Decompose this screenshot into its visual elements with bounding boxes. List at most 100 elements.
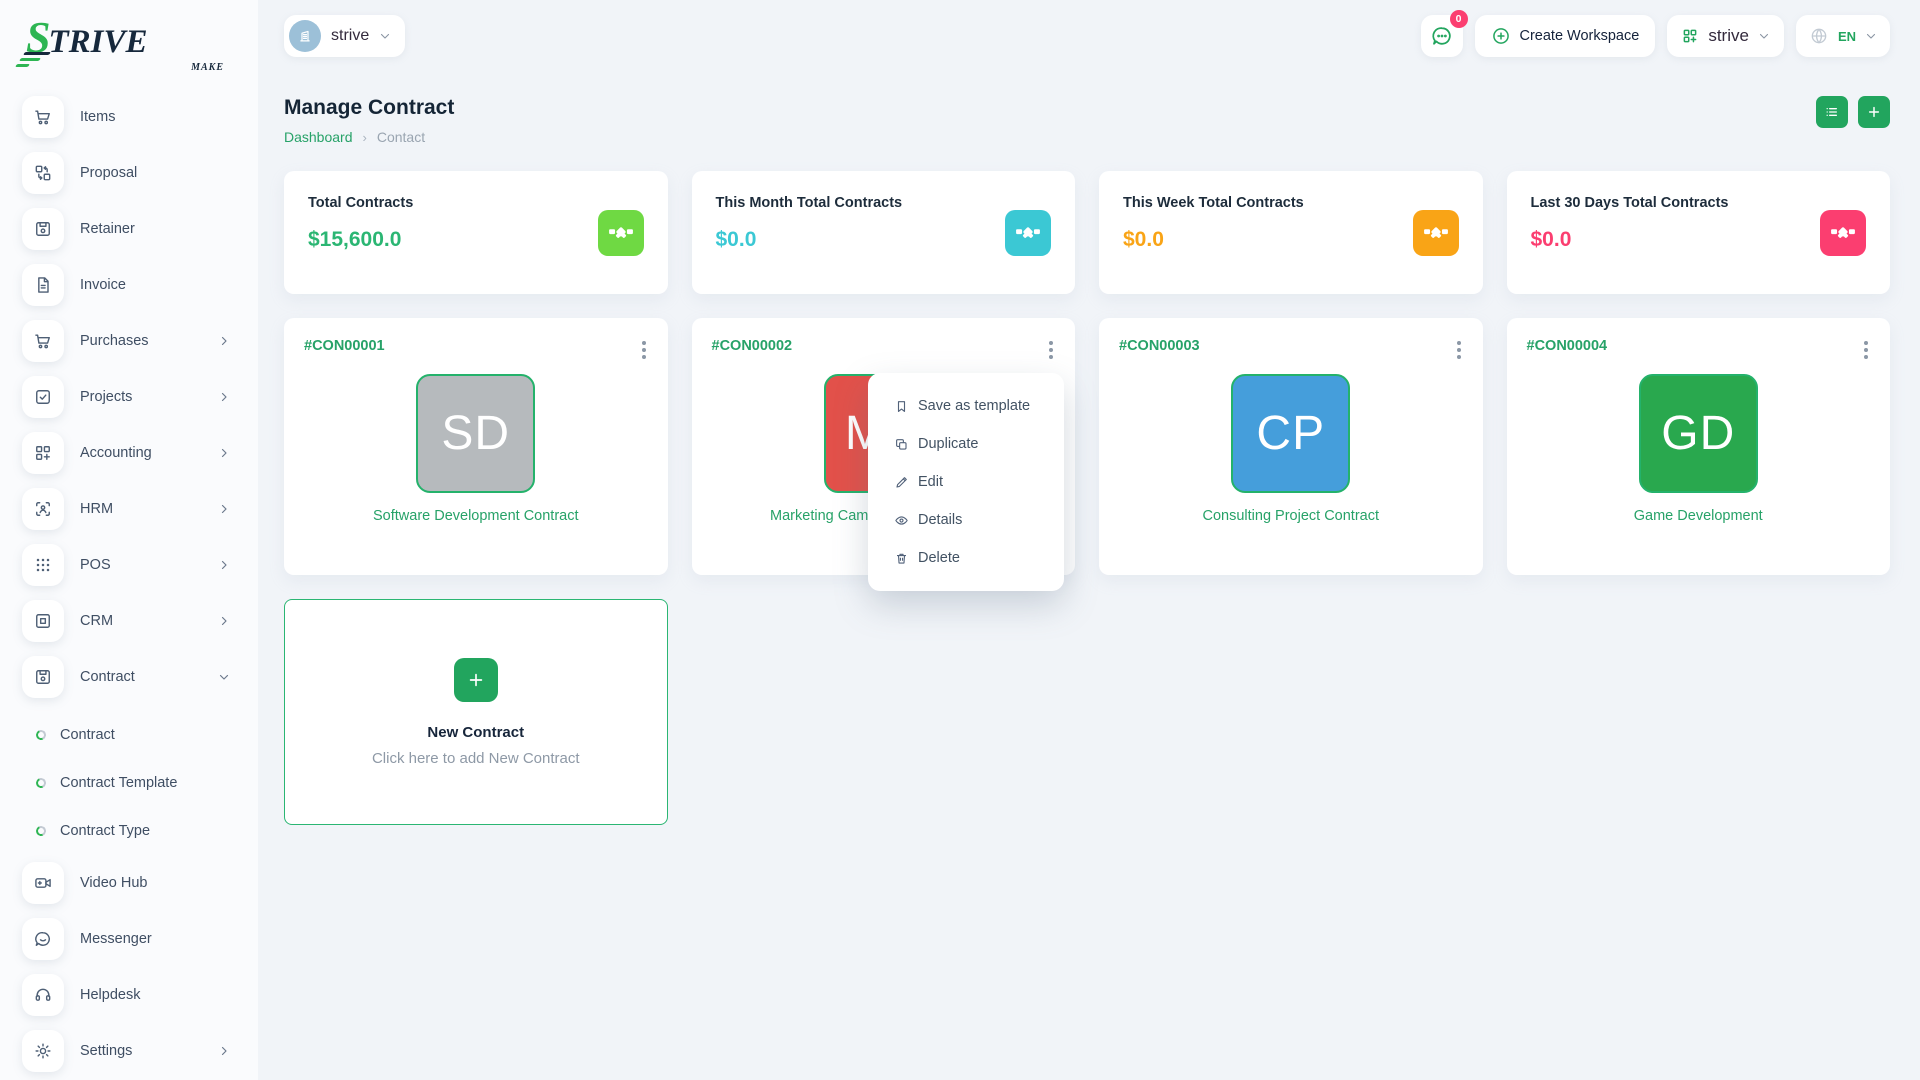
headset-icon <box>22 974 64 1016</box>
sidebar-item-video-hub[interactable]: Video Hub <box>22 861 258 904</box>
stat-value: $0.0 <box>1531 228 1867 252</box>
chevron-separator-icon: › <box>363 130 367 145</box>
workspace-switcher[interactable]: strive <box>1667 15 1784 57</box>
workspace-name: strive <box>331 27 369 45</box>
sidebar-item-projects[interactable]: Projects <box>22 375 258 418</box>
contract-id-link[interactable]: #CON00001 <box>304 338 385 354</box>
sidebar-subitem-contract-type[interactable]: Contract Type <box>22 807 258 855</box>
contract-submenu: Contract Contract Template Contract Type <box>22 711 258 855</box>
list-view-button[interactable] <box>1816 96 1848 128</box>
sidebar-item-label: Messenger <box>80 931 152 947</box>
chevron-down-icon <box>1758 30 1770 42</box>
menu-item-label: Duplicate <box>918 436 978 452</box>
menu-item-delete[interactable]: Delete <box>868 539 1064 577</box>
sidebar-item-contract[interactable]: Contract <box>22 655 258 698</box>
contract-card: #CON00003 CP Consulting Project Contract <box>1099 318 1483 575</box>
stat-card-week: This Week Total Contracts $0.0 <box>1099 171 1483 294</box>
contract-name-link[interactable]: Software Development Contract <box>373 508 579 524</box>
chevron-right-icon <box>218 447 230 459</box>
kebab-menu-icon[interactable] <box>1047 338 1055 362</box>
kebab-menu-icon[interactable] <box>640 338 648 362</box>
stat-title: This Month Total Contracts <box>716 195 1052 211</box>
contract-context-menu: Save as template Duplicate Edit Details … <box>868 373 1064 591</box>
plus-circle-icon <box>1491 26 1511 46</box>
bullet-ring-icon <box>35 825 48 838</box>
sidebar-item-settings[interactable]: Settings <box>22 1029 258 1072</box>
handshake-icon <box>1413 210 1459 256</box>
sidebar-item-retainer[interactable]: Retainer <box>22 207 258 250</box>
contract-id-link[interactable]: #CON00003 <box>1119 338 1200 354</box>
workspace-selector[interactable]: strive <box>284 15 405 57</box>
bookmark-icon <box>894 399 909 414</box>
sidebar-item-label: Contract <box>80 669 135 685</box>
chevron-right-icon <box>218 559 230 571</box>
contract-name-link[interactable]: Consulting Project Contract <box>1203 508 1380 524</box>
chevron-right-icon <box>218 1045 230 1057</box>
plus-icon <box>454 658 498 702</box>
contract-card: #CON00004 GD Game Development <box>1507 318 1891 575</box>
sidebar-item-label: CRM <box>80 613 113 629</box>
sidebar-item-label: Helpdesk <box>80 987 140 1003</box>
app-logo: STRIVE MAKE <box>0 0 258 73</box>
menu-item-label: Edit <box>918 474 943 490</box>
gear-icon <box>22 1030 64 1072</box>
sidebar-item-pos[interactable]: POS <box>22 543 258 586</box>
window-icon <box>22 600 64 642</box>
messages-button[interactable]: 0 <box>1421 15 1463 57</box>
sidebar-item-accounting[interactable]: Accounting <box>22 431 258 474</box>
menu-item-duplicate[interactable]: Duplicate <box>868 425 1064 463</box>
stat-title: Total Contracts <box>308 195 644 211</box>
stat-value: $0.0 <box>716 228 1052 252</box>
sidebar-nav: Items Proposal Retainer Invoice Purchase <box>0 73 258 1072</box>
chevron-right-icon <box>218 503 230 515</box>
sidebar-item-label: Projects <box>80 389 132 405</box>
handshake-icon <box>598 210 644 256</box>
cart-icon <box>22 96 64 138</box>
chat-bubble-icon <box>22 918 64 960</box>
sidebar-item-items[interactable]: Items <box>22 95 258 138</box>
eye-icon <box>894 513 909 528</box>
sidebar-item-hrm[interactable]: HRM <box>22 487 258 530</box>
language-selector[interactable]: EN <box>1796 15 1890 57</box>
breadcrumb-current: Contact <box>377 129 425 145</box>
add-contract-button[interactable] <box>1858 96 1890 128</box>
chevron-down-icon <box>1865 30 1877 42</box>
chevron-right-icon <box>218 335 230 347</box>
sidebar-item-proposal[interactable]: Proposal <box>22 151 258 194</box>
logo-speed-lines <box>24 52 50 67</box>
create-workspace-button[interactable]: Create Workspace <box>1475 15 1656 57</box>
workspace-avatar <box>289 20 321 52</box>
menu-item-details[interactable]: Details <box>868 501 1064 539</box>
sidebar-item-purchases[interactable]: Purchases <box>22 319 258 362</box>
kebab-menu-icon[interactable] <box>1455 338 1463 362</box>
page-header: Manage Contract Dashboard › Contact <box>284 96 1890 145</box>
contract-id-link[interactable]: #CON00004 <box>1527 338 1608 354</box>
globe-icon <box>1809 26 1829 46</box>
stat-card-month: This Month Total Contracts $0.0 <box>692 171 1076 294</box>
sidebar: STRIVE MAKE Items Proposal Retainer <box>0 0 258 1080</box>
sidebar-item-label: HRM <box>80 501 113 517</box>
sidebar-item-invoice[interactable]: Invoice <box>22 263 258 306</box>
sidebar-subitem-contract-template[interactable]: Contract Template <box>22 759 258 807</box>
sidebar-item-label: Items <box>80 109 115 125</box>
kebab-menu-icon[interactable] <box>1862 338 1870 362</box>
create-workspace-label: Create Workspace <box>1520 28 1640 44</box>
breadcrumb-dashboard-link[interactable]: Dashboard <box>284 129 353 145</box>
sidebar-item-helpdesk[interactable]: Helpdesk <box>22 973 258 1016</box>
menu-item-edit[interactable]: Edit <box>868 463 1064 501</box>
new-contract-card[interactable]: New Contract Click here to add New Contr… <box>284 599 668 825</box>
sidebar-item-messenger[interactable]: Messenger <box>22 917 258 960</box>
sidebar-item-crm[interactable]: CRM <box>22 599 258 642</box>
contract-name-link[interactable]: Game Development <box>1634 508 1763 524</box>
new-contract-subtitle: Click here to add New Contract <box>372 750 580 767</box>
sidebar-subitem-contract[interactable]: Contract <box>22 711 258 759</box>
chevron-right-icon <box>218 391 230 403</box>
header-actions <box>1816 96 1890 128</box>
stats-row: Total Contracts $15,600.0 This Month Tot… <box>284 171 1890 294</box>
contract-id-link[interactable]: #CON00002 <box>712 338 793 354</box>
sidebar-item-label: Proposal <box>80 165 137 181</box>
grid-plus-icon <box>22 432 64 474</box>
breadcrumb: Dashboard › Contact <box>284 129 454 145</box>
menu-item-save-as-template[interactable]: Save as template <box>868 387 1064 425</box>
video-camera-icon <box>22 862 64 904</box>
